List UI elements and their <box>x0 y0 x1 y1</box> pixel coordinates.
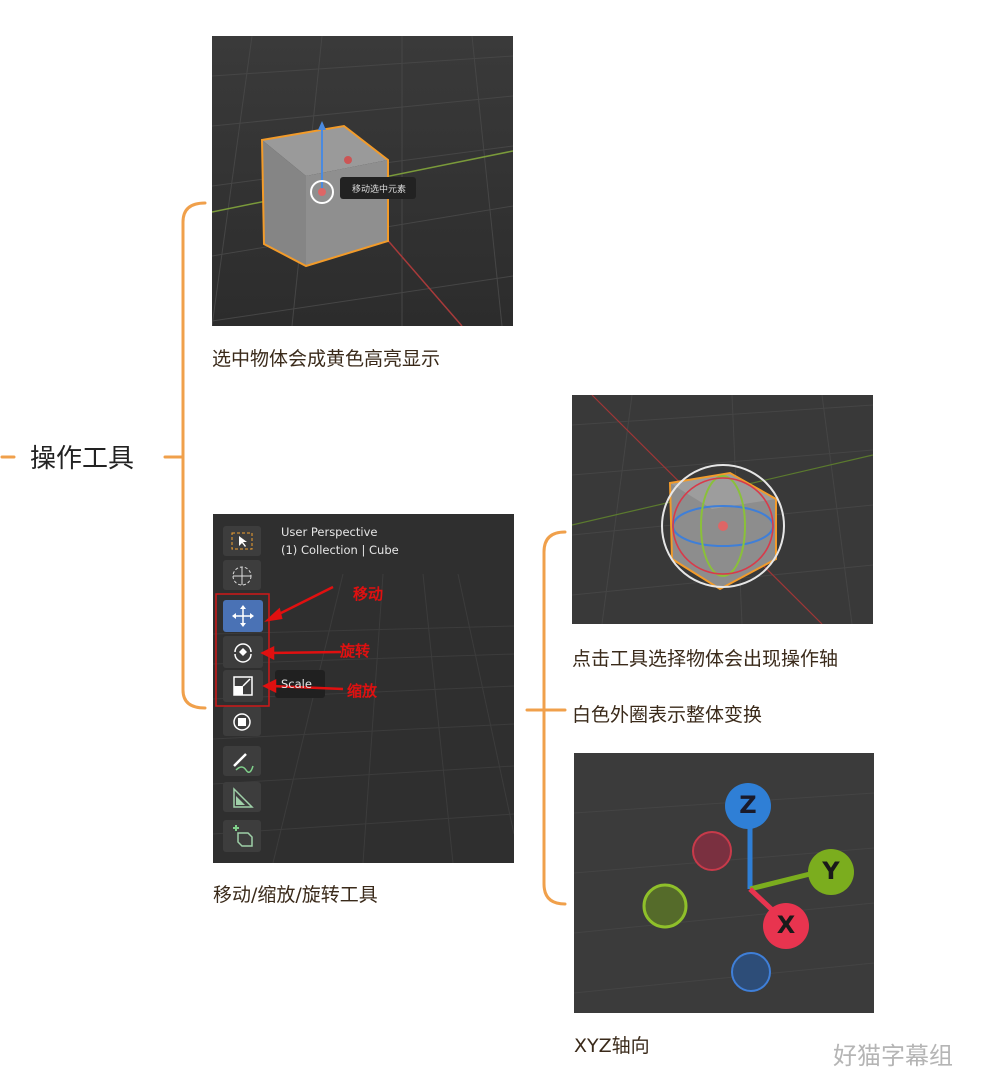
move-icon[interactable] <box>231 604 255 628</box>
y-axis-label: Y <box>822 857 840 885</box>
measure-icon[interactable] <box>230 786 254 810</box>
caption-xyz: XYZ轴向 <box>574 1035 650 1057</box>
caption-axis: 点击工具选择物体会出现操作轴 <box>572 648 839 670</box>
annotation-scale: 缩放 <box>347 682 378 700</box>
toolbar-screenshot: User Perspective (1) Collection | Cube S… <box>213 514 514 863</box>
transform-icon[interactable] <box>230 710 254 734</box>
root-label: 操作工具 <box>30 444 135 474</box>
viewport-subtitle: (1) Collection | Cube <box>281 543 399 557</box>
annotate-icon[interactable] <box>230 750 254 774</box>
scale-tooltip: Scale <box>281 677 312 691</box>
caption-white-ring: 白色外圈表示整体变换 <box>572 704 763 726</box>
annotation-rotate: 旋转 <box>340 642 371 660</box>
scale-icon[interactable] <box>231 674 255 698</box>
caption-tools: 移动/缩放/旋转工具 <box>213 884 378 906</box>
cursor-icon[interactable] <box>230 564 254 588</box>
x-axis-label: X <box>776 911 796 939</box>
select-box-icon[interactable] <box>230 532 254 550</box>
annotation-move: 移动 <box>353 585 384 603</box>
gizmo-screenshot <box>572 395 873 624</box>
xyz-gizmo-screenshot: Z Y X <box>574 753 874 1013</box>
viewport-title: User Perspective <box>281 525 378 539</box>
rotate-icon[interactable] <box>231 640 255 664</box>
caption-selected: 选中物体会成黄色高亮显示 <box>212 348 441 370</box>
move-tooltip: 移动选中元素 <box>352 185 407 195</box>
add-cube-icon[interactable] <box>230 824 254 848</box>
watermark: 好猫字幕组 <box>833 1042 953 1070</box>
selected-cube-screenshot: 移动选中元素 <box>212 36 513 326</box>
z-axis-label: Z <box>739 791 757 819</box>
